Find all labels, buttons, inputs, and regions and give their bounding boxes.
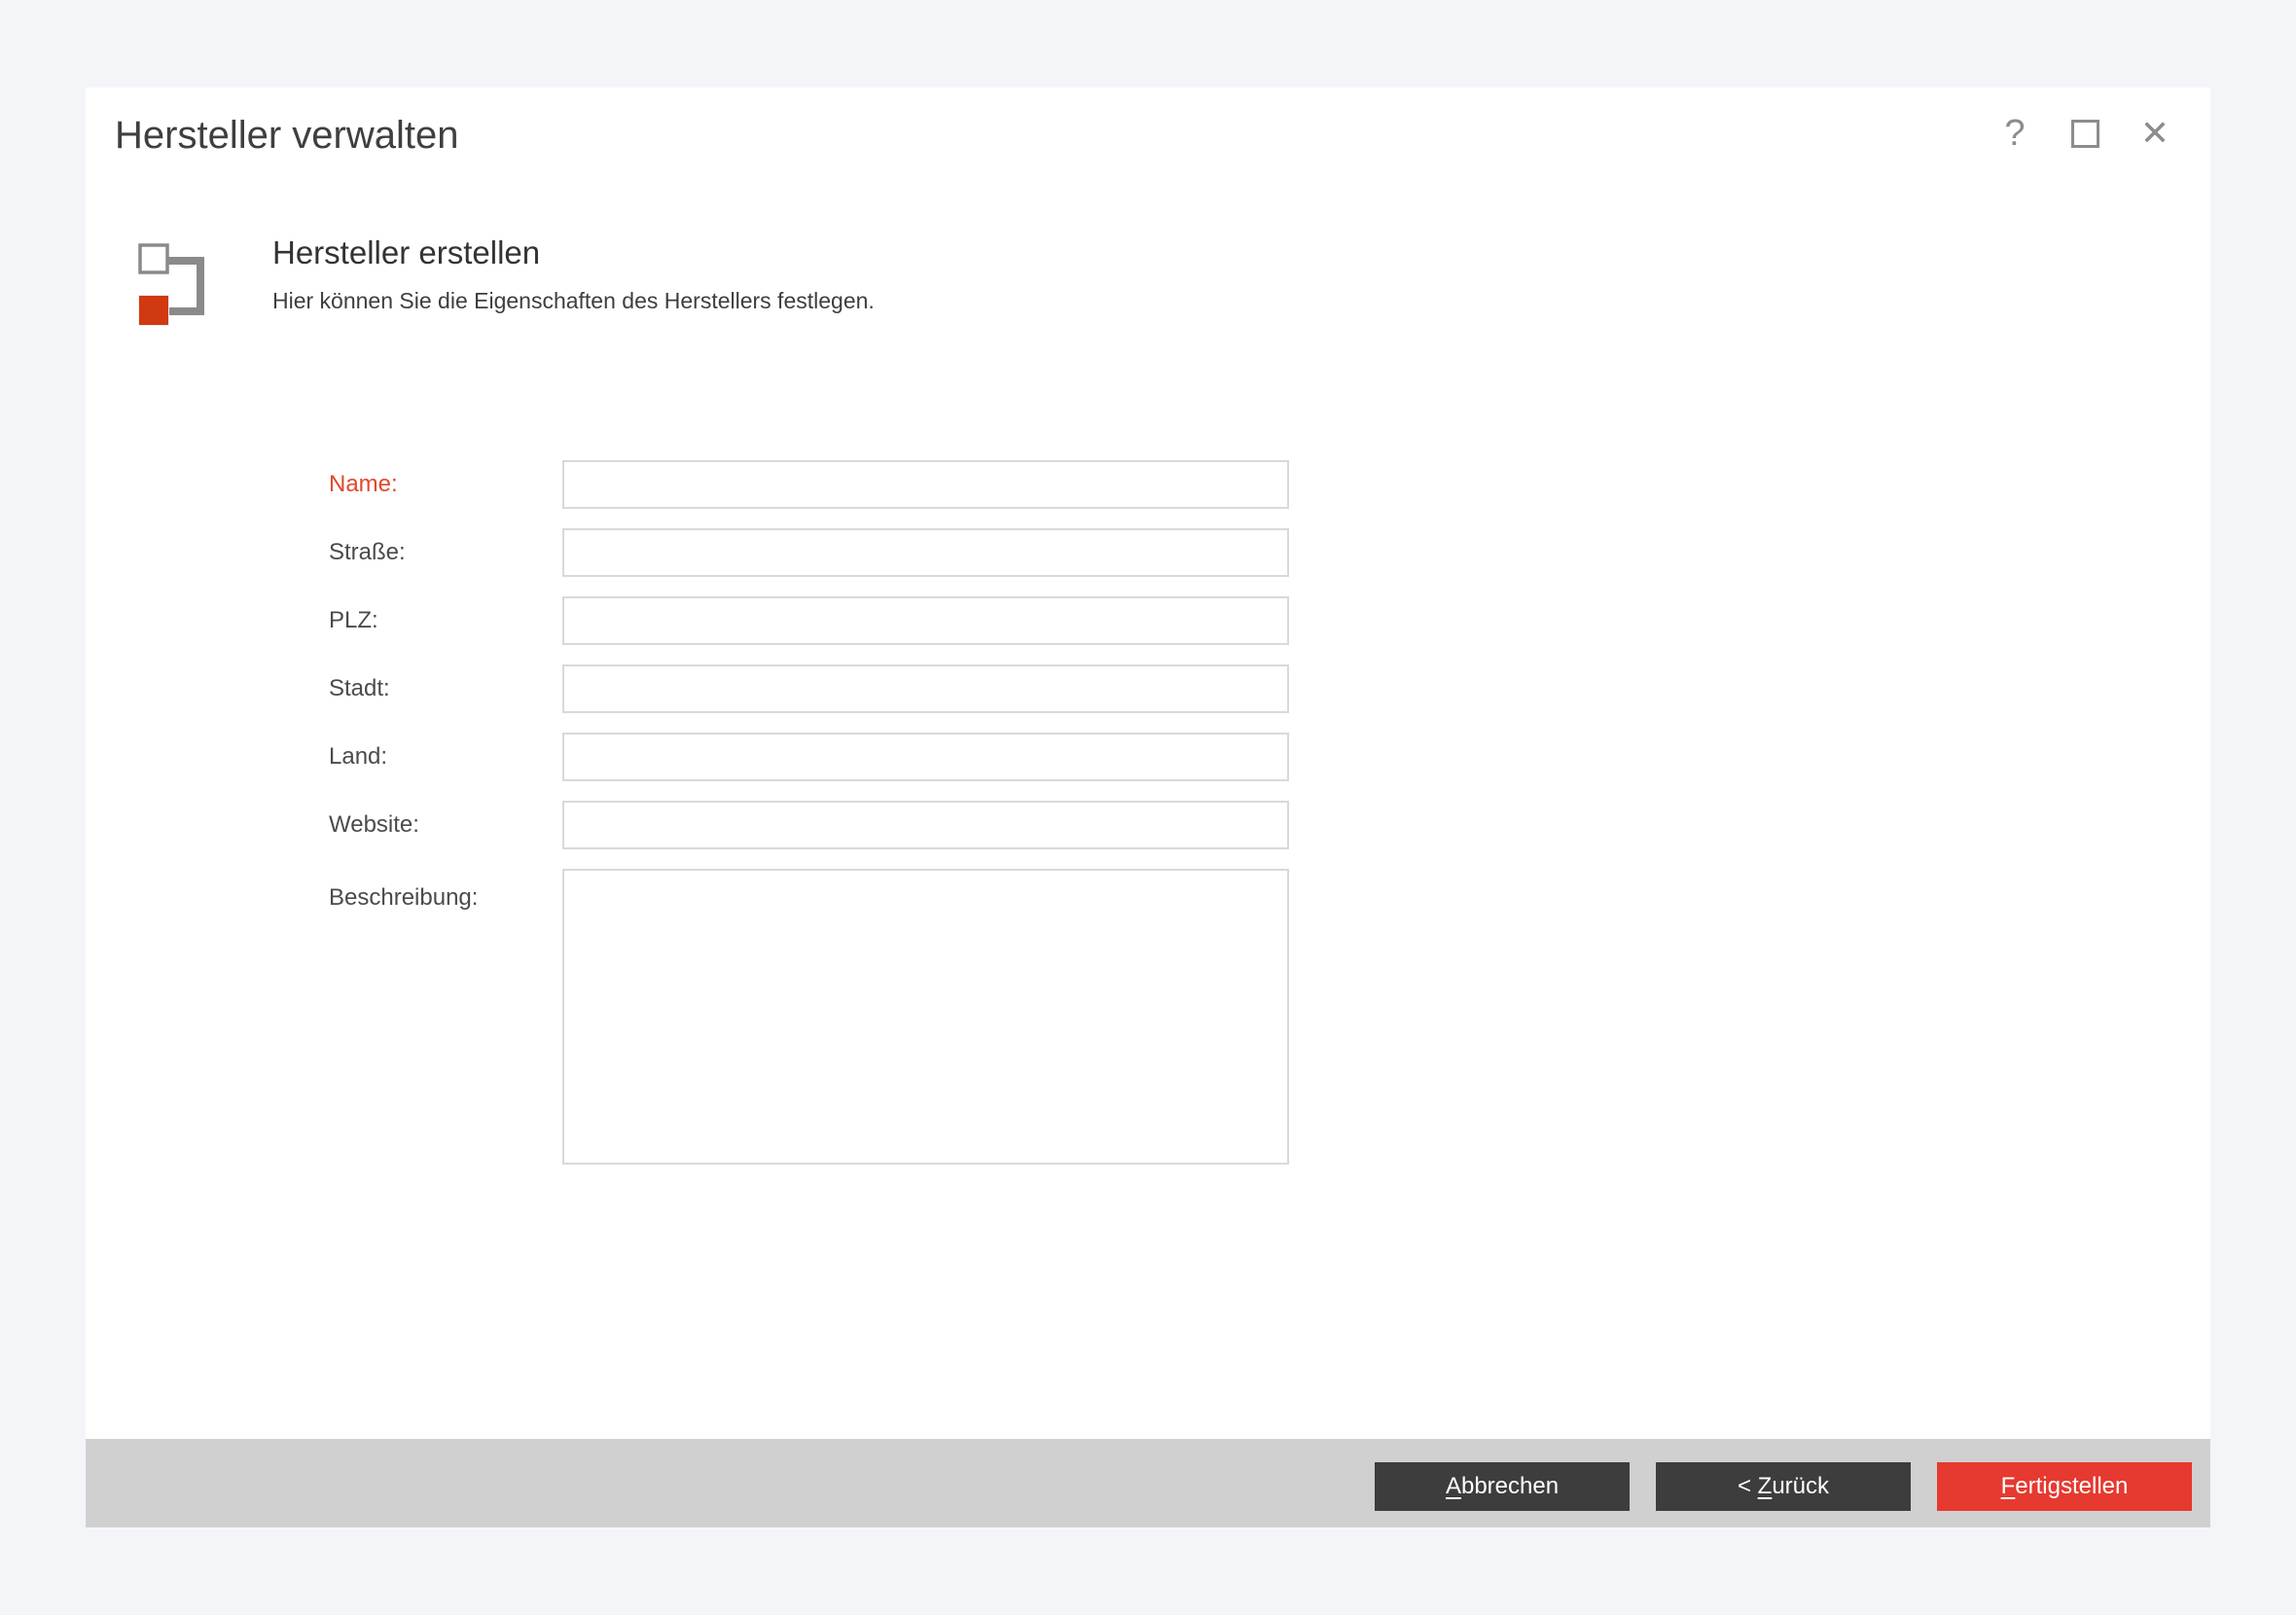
button-label: Fertigstellen	[2001, 1473, 2129, 1500]
website-label: Website:	[329, 811, 562, 839]
footer-buttons: Abbrechen < Zurück Fertigstellen	[1375, 1462, 2192, 1511]
hersteller-form: Name: Straße: PLZ: Stadt: Land: Website:…	[329, 460, 1289, 1165]
strasse-input[interactable]	[562, 528, 1289, 577]
footer-bar: Abbrechen < Zurück Fertigstellen	[86, 1439, 2210, 1527]
maximize-icon	[2071, 120, 2099, 148]
step-title: Hersteller erstellen	[272, 233, 540, 272]
form-row-strasse: Straße:	[329, 528, 1289, 577]
form-row-land: Land:	[329, 733, 1289, 781]
stadt-input[interactable]	[562, 664, 1289, 713]
website-input[interactable]	[562, 801, 1289, 849]
window-controls: ? ✕	[1992, 111, 2177, 156]
plz-input[interactable]	[562, 596, 1289, 645]
wizard-step-icon	[138, 243, 208, 329]
form-row-beschreibung: Beschreibung:	[329, 869, 1289, 1165]
strasse-label: Straße:	[329, 539, 562, 566]
beschreibung-textarea[interactable]	[562, 869, 1289, 1165]
name-input[interactable]	[562, 460, 1289, 509]
beschreibung-label: Beschreibung:	[329, 869, 562, 912]
form-row-stadt: Stadt:	[329, 664, 1289, 713]
maximize-button[interactable]	[2063, 111, 2107, 156]
land-label: Land:	[329, 743, 562, 771]
button-label: Abbrechen	[1446, 1473, 1559, 1500]
help-icon[interactable]: ?	[1992, 111, 2037, 156]
name-label: Name:	[329, 471, 562, 498]
land-input[interactable]	[562, 733, 1289, 781]
button-label: < Zurück	[1738, 1473, 1829, 1500]
stadt-label: Stadt:	[329, 675, 562, 702]
close-icon[interactable]: ✕	[2133, 111, 2177, 156]
dialog-title: Hersteller verwalten	[115, 113, 458, 158]
zurueck-button[interactable]: < Zurück	[1656, 1462, 1911, 1511]
form-row-website: Website:	[329, 801, 1289, 849]
step-description: Hier können Sie die Eigenschaften des He…	[272, 286, 875, 315]
abbrechen-button[interactable]: Abbrechen	[1375, 1462, 1630, 1511]
plz-label: PLZ:	[329, 607, 562, 634]
form-row-plz: PLZ:	[329, 596, 1289, 645]
fertigstellen-button[interactable]: Fertigstellen	[1937, 1462, 2192, 1511]
hersteller-verwalten-dialog: Hersteller verwalten ? ✕ Hersteller erst…	[86, 88, 2210, 1527]
form-row-name: Name:	[329, 460, 1289, 509]
